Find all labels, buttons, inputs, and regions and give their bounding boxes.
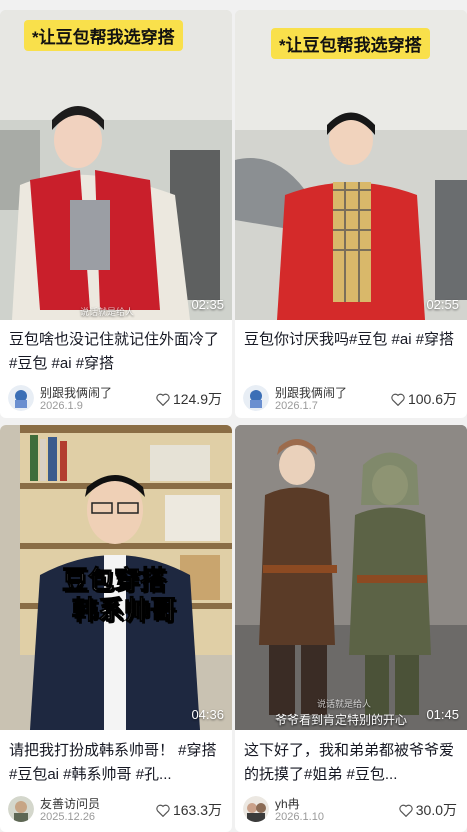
video-card-2[interactable]: *让豆包帮我选穿搭 02:55 豆包你讨厌我吗#豆包 #ai #穿搭 别跟我俩闹… [235, 10, 467, 418]
like-count[interactable]: 30.0万 [399, 800, 457, 820]
heart-icon [391, 393, 405, 407]
avatar[interactable] [8, 796, 34, 822]
thumbnail-image [0, 10, 232, 320]
video-duration: 02:35 [191, 297, 224, 312]
video-caption-badge: *让豆包帮我选穿搭 [24, 20, 183, 51]
video-title[interactable]: 豆包啥也没记住就记住外面冷了#豆包 #ai #穿搭 [9, 328, 224, 376]
publish-date: 2026.1.10 [275, 811, 324, 823]
like-count[interactable]: 163.3万 [156, 800, 222, 820]
heart-icon [156, 804, 170, 818]
heart-icon [156, 393, 170, 407]
video-title[interactable]: 这下好了，我和弟弟都被爷爷爱的抚摸了#姐弟 #豆包... [244, 739, 459, 787]
like-count-value: 100.6万 [407, 391, 457, 407]
video-thumbnail[interactable]: *让豆包帮我选穿搭 02:55 [235, 10, 467, 320]
author-name[interactable]: 别跟我俩闹了 [40, 384, 112, 401]
video-title[interactable]: 豆包你讨厌我吗#豆包 #ai #穿搭 [244, 328, 459, 376]
author-name[interactable]: 友善访问员 [40, 795, 100, 812]
like-count-value: 30.0万 [415, 802, 457, 818]
avatar[interactable] [243, 385, 269, 411]
like-count-value: 163.3万 [172, 802, 222, 818]
avatar[interactable] [8, 385, 34, 411]
avatar[interactable] [243, 796, 269, 822]
video-card-1[interactable]: *让豆包帮我选穿搭 说话就是给人 02:35 豆包啥也没记住就记住外面冷了#豆包… [0, 10, 232, 418]
video-thumbnail[interactable]: 豆包穿搭 韩系帅哥 04:36 [0, 425, 232, 730]
like-count[interactable]: 124.9万 [156, 389, 222, 409]
video-meta: 别跟我俩闹了 2026.1.7 100.6万 [243, 382, 459, 416]
video-subtitle: 爷爷看到肯定特别的开心 [275, 713, 408, 727]
publish-date: 2026.1.9 [40, 400, 83, 412]
author-name[interactable]: yh冉 [275, 795, 300, 812]
video-card-4[interactable]: 说话就是给人 爷爷看到肯定特别的开心 01:45 这下好了，我和弟弟都被爷爷爱的… [235, 425, 467, 832]
video-watermark: 说话就是给人 [317, 699, 372, 709]
video-duration: 01:45 [426, 707, 459, 722]
thumbnail-image [235, 425, 467, 730]
video-feed-grid: *让豆包帮我选穿搭 说话就是给人 02:35 豆包啥也没记住就记住外面冷了#豆包… [0, 0, 467, 832]
video-overlay-line-2: 韩系帅哥 [71, 595, 177, 626]
video-caption-badge: *让豆包帮我选穿搭 [271, 28, 430, 59]
like-count-value: 124.9万 [172, 391, 222, 407]
video-title[interactable]: 请把我打扮成韩系帅哥！ #穿搭 #豆包ai #韩系帅哥 #孔... [9, 739, 224, 787]
video-meta: 别跟我俩闹了 2026.1.9 124.9万 [8, 382, 224, 416]
publish-date: 2025.12.26 [40, 811, 96, 823]
video-card-3[interactable]: 豆包穿搭 韩系帅哥 04:36 请把我打扮成韩系帅哥！ #穿搭 #豆包ai #韩… [0, 425, 232, 832]
publish-date: 2026.1.7 [275, 400, 318, 412]
video-duration: 02:55 [426, 297, 459, 312]
video-watermark: 说话就是给人 [80, 307, 135, 317]
heart-icon [399, 804, 413, 818]
video-duration: 04:36 [191, 707, 224, 722]
video-meta: yh冉 2026.1.10 30.0万 [243, 793, 459, 827]
like-count[interactable]: 100.6万 [391, 389, 457, 409]
video-thumbnail[interactable]: *让豆包帮我选穿搭 说话就是给人 02:35 [0, 10, 232, 320]
video-meta: 友善访问员 2025.12.26 163.3万 [8, 793, 224, 827]
video-thumbnail[interactable]: 说话就是给人 爷爷看到肯定特别的开心 01:45 [235, 425, 467, 730]
author-name[interactable]: 别跟我俩闹了 [275, 384, 347, 401]
